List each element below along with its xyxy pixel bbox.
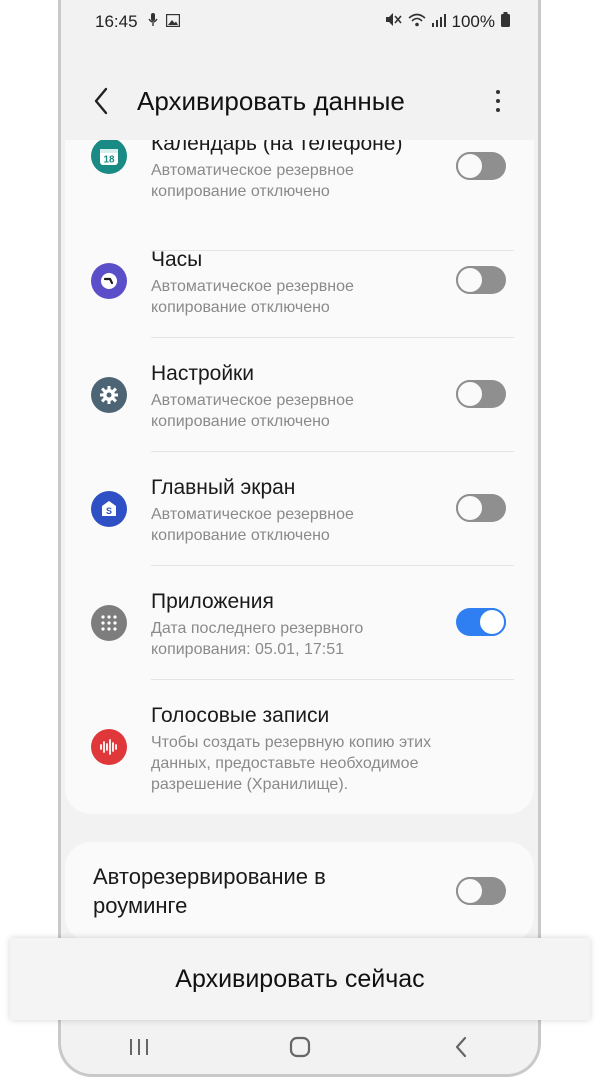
item-description: Автоматическое резервное копирование отк… bbox=[151, 392, 354, 430]
svg-text:18: 18 bbox=[103, 155, 115, 166]
item-description: Дата последнего резервного копирования: … bbox=[151, 620, 364, 658]
item-label: Часы bbox=[151, 248, 203, 271]
backup-now-button[interactable]: Архивировать сейчас bbox=[10, 938, 590, 1020]
system-back-button[interactable] bbox=[431, 1027, 491, 1067]
item-description: Автоматическое резервное копирование отк… bbox=[151, 278, 354, 316]
apps-grid-icon bbox=[91, 605, 127, 641]
toggle-home-screen[interactable] bbox=[456, 494, 506, 522]
status-time: 16:45 bbox=[95, 12, 138, 31]
toggle-clock[interactable] bbox=[456, 266, 506, 294]
more-options-button[interactable] bbox=[478, 71, 518, 131]
recent-apps-button[interactable] bbox=[109, 1027, 169, 1067]
clock-icon bbox=[91, 263, 127, 299]
page-title: Архивировать данные bbox=[137, 85, 405, 116]
toggle-calendar[interactable] bbox=[456, 152, 506, 180]
roaming-card[interactable]: Авторезервирование в роуминге bbox=[65, 842, 534, 942]
back-arrow-icon bbox=[455, 1036, 466, 1058]
gear-icon bbox=[91, 377, 127, 413]
item-description: Чтобы создать резервную копию этих данны… bbox=[151, 734, 432, 793]
battery-level: 100% bbox=[451, 12, 495, 31]
signal-icon bbox=[431, 12, 446, 32]
home-icon bbox=[289, 1036, 310, 1058]
item-label: Настройки bbox=[151, 362, 254, 385]
phone-frame: 16:45 100% Архивировать данные Календарь… bbox=[58, 0, 541, 1077]
toggle-settings[interactable] bbox=[456, 380, 506, 408]
recent-apps-icon bbox=[129, 1039, 148, 1055]
microphone-icon bbox=[147, 12, 158, 32]
more-dots-icon bbox=[496, 90, 500, 94]
list-item-apps[interactable]: Приложения Дата последнего резервного ко… bbox=[65, 566, 534, 680]
app-bar: Архивировать данные bbox=[61, 66, 538, 136]
list-item-clock[interactable]: Часы Автоматическое резервное копировани… bbox=[65, 224, 534, 338]
calendar-icon: 18 bbox=[91, 140, 127, 174]
toggle-apps[interactable] bbox=[456, 608, 506, 636]
battery-icon bbox=[501, 12, 510, 32]
list-item-settings[interactable]: Настройки Автоматическое резервное копир… bbox=[65, 338, 534, 452]
item-label: Календарь (на телефоне) bbox=[151, 140, 403, 155]
chevron-left-icon bbox=[94, 87, 108, 115]
item-label: Голосовые записи bbox=[151, 704, 330, 727]
item-label: Главный экран bbox=[151, 476, 296, 499]
navigation-bar bbox=[58, 1020, 541, 1074]
home-screen-icon: S bbox=[91, 491, 127, 527]
home-button[interactable] bbox=[270, 1027, 330, 1067]
item-label: Приложения bbox=[151, 590, 274, 613]
status-bar: 16:45 100% bbox=[61, 0, 538, 44]
toggle-roaming-backup[interactable] bbox=[456, 877, 506, 905]
item-description: Автоматическое резервное копирование отк… bbox=[151, 162, 354, 200]
roaming-label: Авторезервирование в роуминге bbox=[93, 864, 326, 918]
back-button[interactable] bbox=[71, 71, 131, 131]
mute-icon bbox=[385, 12, 402, 32]
backup-items-card: Календарь (на телефоне) 18 Автоматическо… bbox=[65, 140, 534, 814]
list-item-voice-recordings[interactable]: Голосовые записи Чтобы создать резервную… bbox=[65, 680, 534, 814]
gallery-icon bbox=[165, 12, 180, 32]
svg-text:S: S bbox=[106, 506, 112, 516]
wifi-icon bbox=[407, 12, 426, 32]
voice-recorder-icon bbox=[91, 729, 127, 765]
item-description: Автоматическое резервное копирование отк… bbox=[151, 506, 354, 544]
list-item-home-screen[interactable]: S Главный экран Автоматическое резервное… bbox=[65, 452, 534, 566]
